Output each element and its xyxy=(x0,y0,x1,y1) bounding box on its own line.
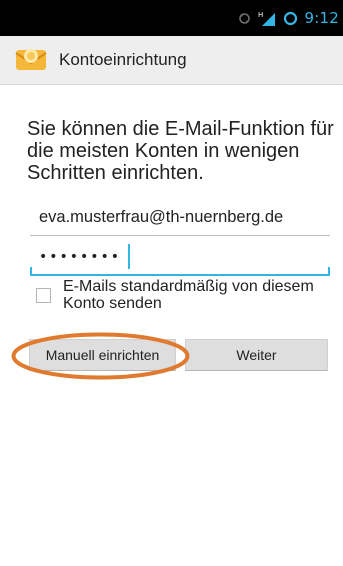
status-icons: H 9:12 xyxy=(238,0,339,36)
account-setup-form: Sie können die E-Mail-Funktion für die m… xyxy=(0,85,343,566)
password-field-container: •••••••• xyxy=(30,240,330,276)
page-title: Kontoeinrichtung xyxy=(59,50,187,69)
default-sender-label: E-Mails standardmäßig von diesem Konto s… xyxy=(63,278,314,312)
text-cursor xyxy=(128,244,130,269)
manual-setup-button[interactable]: Manuell einrichten xyxy=(29,339,176,371)
svg-text:H: H xyxy=(258,11,263,19)
wifi-circle-icon xyxy=(283,11,297,25)
email-envelope-icon[interactable] xyxy=(13,45,51,75)
sync-icon xyxy=(238,12,250,24)
email-field[interactable] xyxy=(30,201,339,233)
intro-text: Sie können die E-Mail-Funktion für die m… xyxy=(27,118,334,184)
default-sender-checkbox[interactable] xyxy=(36,288,51,303)
email-field-container xyxy=(30,201,339,236)
status-bar: H 9:12 xyxy=(0,0,343,36)
signal-h-icon: H xyxy=(258,11,275,26)
clock: 9:12 xyxy=(304,9,339,27)
default-sender-option[interactable]: E-Mails standardmäßig von diesem Konto s… xyxy=(36,278,336,318)
password-field[interactable]: •••••••• xyxy=(39,244,121,270)
next-button[interactable]: Weiter xyxy=(185,339,328,371)
action-bar: Kontoeinrichtung xyxy=(0,36,343,85)
